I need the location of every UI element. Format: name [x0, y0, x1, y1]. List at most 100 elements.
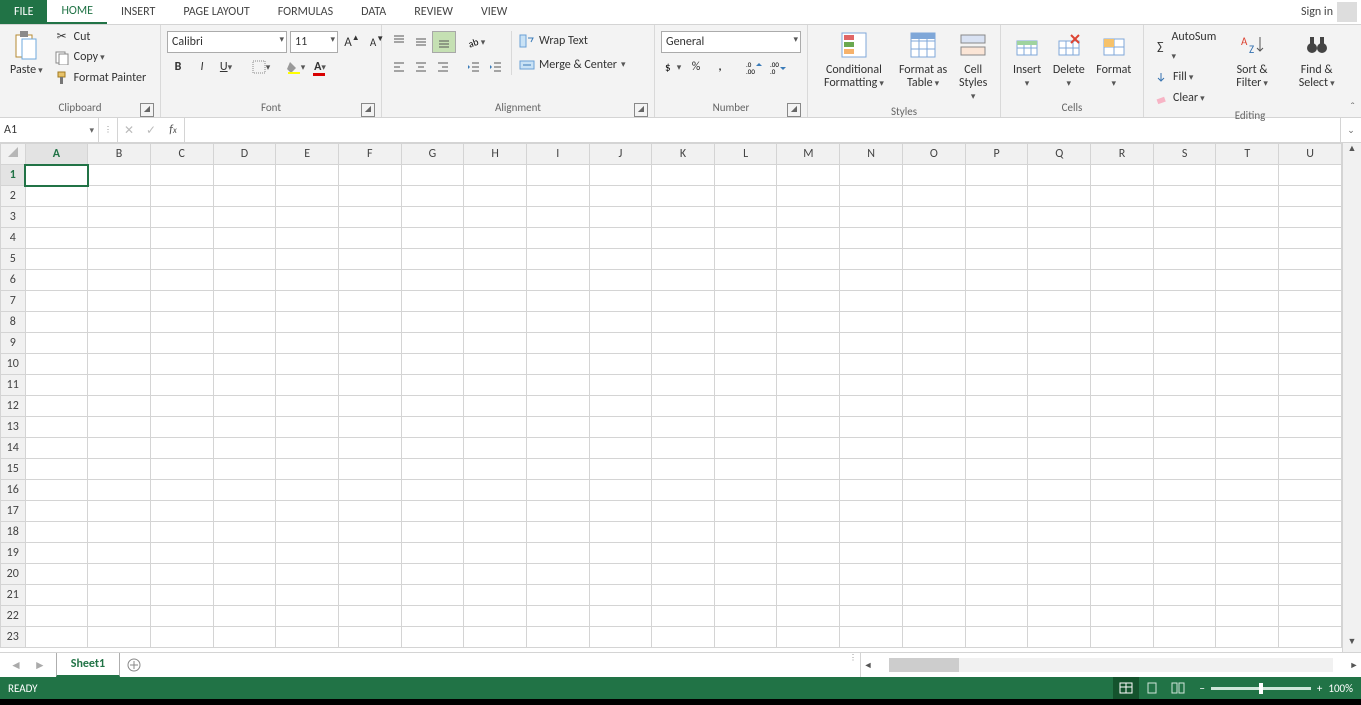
cell[interactable]: [714, 564, 777, 585]
cell[interactable]: [1028, 606, 1091, 627]
cell[interactable]: [589, 249, 652, 270]
cell[interactable]: [777, 312, 840, 333]
cell[interactable]: [840, 186, 903, 207]
row-header[interactable]: 7: [1, 291, 26, 312]
cell[interactable]: [777, 249, 840, 270]
row-header[interactable]: 17: [1, 501, 26, 522]
cell[interactable]: [1091, 438, 1154, 459]
cell[interactable]: [965, 375, 1028, 396]
cell[interactable]: [464, 417, 527, 438]
cell[interactable]: [1153, 186, 1216, 207]
cell[interactable]: [1279, 186, 1342, 207]
row-header[interactable]: 9: [1, 333, 26, 354]
cell[interactable]: [903, 627, 966, 648]
increase-indent-button[interactable]: [485, 57, 507, 77]
cut-button[interactable]: ✂Cut: [51, 27, 150, 47]
cell[interactable]: [714, 606, 777, 627]
cell[interactable]: [1028, 627, 1091, 648]
cell[interactable]: [714, 438, 777, 459]
cell[interactable]: [589, 480, 652, 501]
zoom-level[interactable]: 100%: [1328, 682, 1353, 695]
cell[interactable]: [88, 396, 151, 417]
cell[interactable]: [652, 543, 715, 564]
fill-color-button[interactable]: [285, 57, 307, 77]
row-header[interactable]: 10: [1, 354, 26, 375]
cell[interactable]: [903, 459, 966, 480]
cell[interactable]: [25, 522, 88, 543]
cell[interactable]: [213, 165, 276, 186]
tab-split-handle[interactable]: ⋮: [846, 653, 860, 677]
row-header[interactable]: 18: [1, 522, 26, 543]
cell[interactable]: [1028, 417, 1091, 438]
cell[interactable]: [464, 564, 527, 585]
cell[interactable]: [652, 585, 715, 606]
cell[interactable]: [1279, 501, 1342, 522]
cell[interactable]: [652, 459, 715, 480]
cell[interactable]: [652, 270, 715, 291]
cell[interactable]: [840, 606, 903, 627]
decrease-indent-button[interactable]: [463, 57, 485, 77]
cell[interactable]: [276, 165, 339, 186]
cell[interactable]: [527, 375, 590, 396]
cell[interactable]: [1216, 396, 1279, 417]
cell[interactable]: [652, 291, 715, 312]
cell[interactable]: [527, 249, 590, 270]
cell[interactable]: [652, 627, 715, 648]
column-header[interactable]: E: [276, 144, 339, 165]
column-header[interactable]: O: [903, 144, 966, 165]
grow-font-button[interactable]: A▲: [341, 32, 363, 52]
cell[interactable]: [589, 585, 652, 606]
cell[interactable]: [652, 480, 715, 501]
row-header[interactable]: 15: [1, 459, 26, 480]
cell[interactable]: [276, 333, 339, 354]
cell[interactable]: [150, 165, 213, 186]
cell[interactable]: [276, 270, 339, 291]
cell[interactable]: [777, 627, 840, 648]
align-top-button[interactable]: [388, 32, 410, 52]
row-header[interactable]: 16: [1, 480, 26, 501]
cell[interactable]: [88, 480, 151, 501]
cell[interactable]: [25, 585, 88, 606]
row-header[interactable]: 21: [1, 585, 26, 606]
cell[interactable]: [213, 438, 276, 459]
cell[interactable]: [965, 249, 1028, 270]
cell[interactable]: [464, 228, 527, 249]
cell[interactable]: [338, 564, 401, 585]
cell[interactable]: [150, 501, 213, 522]
cell[interactable]: [777, 186, 840, 207]
align-left-button[interactable]: [388, 57, 410, 77]
cell[interactable]: [150, 312, 213, 333]
tab-page-layout[interactable]: PAGE LAYOUT: [169, 0, 263, 24]
row-header[interactable]: 19: [1, 543, 26, 564]
copy-button[interactable]: Copy: [51, 47, 150, 68]
cell[interactable]: [527, 228, 590, 249]
clear-button[interactable]: Clear: [1150, 88, 1221, 109]
cell[interactable]: [276, 396, 339, 417]
cell[interactable]: [1279, 291, 1342, 312]
cell[interactable]: [652, 501, 715, 522]
cell[interactable]: [777, 165, 840, 186]
cell[interactable]: [1153, 312, 1216, 333]
cell[interactable]: [652, 312, 715, 333]
cell[interactable]: [276, 564, 339, 585]
cell[interactable]: [777, 228, 840, 249]
view-page-break-button[interactable]: [1165, 677, 1191, 699]
cell[interactable]: [714, 480, 777, 501]
cell[interactable]: [652, 207, 715, 228]
cell[interactable]: [714, 312, 777, 333]
borders-button[interactable]: [250, 57, 272, 77]
cell[interactable]: [714, 501, 777, 522]
cell[interactable]: [150, 291, 213, 312]
cell[interactable]: [88, 417, 151, 438]
cell[interactable]: [150, 207, 213, 228]
cell[interactable]: [777, 543, 840, 564]
cell[interactable]: [777, 396, 840, 417]
cell[interactable]: [88, 459, 151, 480]
cell[interactable]: [401, 396, 464, 417]
cell[interactable]: [527, 165, 590, 186]
cell[interactable]: [714, 417, 777, 438]
cell[interactable]: [840, 375, 903, 396]
cell[interactable]: [965, 522, 1028, 543]
column-header[interactable]: J: [589, 144, 652, 165]
align-center-button[interactable]: [410, 57, 432, 77]
